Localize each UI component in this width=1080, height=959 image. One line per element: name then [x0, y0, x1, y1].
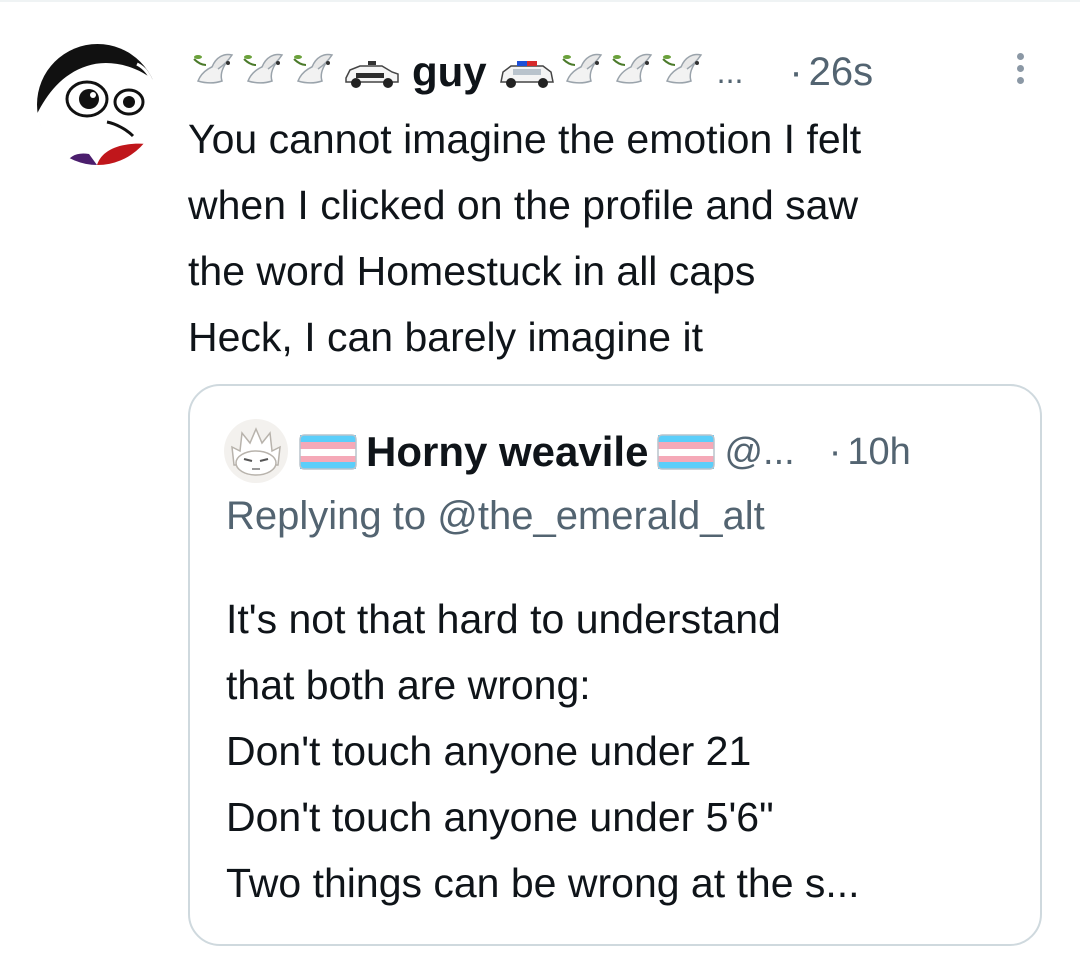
time-separator: ·: [789, 49, 803, 94]
trans-flag-icon: [657, 434, 716, 470]
quote-timestamp[interactable]: 10h: [847, 431, 910, 474]
name-prefix-emojis: [192, 51, 402, 93]
dove-olive-branch-icon: [611, 53, 652, 84]
tweet-text: You cannot imagine the emotion I felt wh…: [188, 106, 1068, 370]
police-car-icon: [345, 61, 399, 88]
quote-display-name[interactable]: Horny weavile: [366, 428, 648, 476]
quote-line: Don't touch anyone under 5'6": [226, 794, 774, 840]
timestamp[interactable]: 26s: [809, 50, 874, 95]
tweet-line: when I clicked on the profile and saw: [188, 182, 859, 228]
name-suffix-emojis: [497, 51, 707, 93]
tweet-line: Heck, I can barely imagine it: [188, 314, 704, 360]
quote-line: that both are wrong:: [226, 662, 591, 708]
dove-olive-branch-icon: [661, 53, 702, 84]
display-name[interactable]: guy: [412, 44, 487, 100]
dove-olive-branch-icon: [561, 53, 602, 84]
more-vertical-icon[interactable]: [1010, 50, 1030, 94]
quote-tweet-card[interactable]: Horny weavile @... · 10h Replying to @th…: [188, 384, 1042, 946]
quote-header: Horny weavile @... · 10h: [298, 424, 1018, 480]
quote-time-separator: ·: [828, 430, 842, 473]
dove-olive-branch-icon: [193, 53, 234, 84]
name-truncation: ...: [716, 54, 744, 90]
trans-flag-icon: [299, 434, 357, 470]
dove-olive-branch-icon: [293, 53, 334, 84]
tweet-line: You cannot imagine the emotion I felt: [188, 116, 862, 162]
quote-handle[interactable]: @...: [724, 431, 794, 474]
police-car-icon: [499, 61, 554, 88]
tweet-line: the word Homestuck in all caps: [188, 248, 756, 294]
quote-line: Don't touch anyone under 21: [226, 728, 752, 774]
top-divider: [0, 0, 1080, 2]
quote-text: It's not that hard to understand that bo…: [226, 586, 1026, 916]
cartoon-avatar-icon[interactable]: [37, 44, 158, 165]
quote-line: Two things can be wrong at the s...: [226, 860, 860, 906]
replying-to[interactable]: Replying to @the_emerald_alt: [226, 494, 765, 539]
tweet-header: guy ... · 26s: [192, 44, 1032, 100]
weavile-avatar-icon[interactable]: [224, 419, 288, 483]
quote-line: It's not that hard to understand: [226, 596, 781, 642]
dove-olive-branch-icon: [243, 53, 284, 84]
